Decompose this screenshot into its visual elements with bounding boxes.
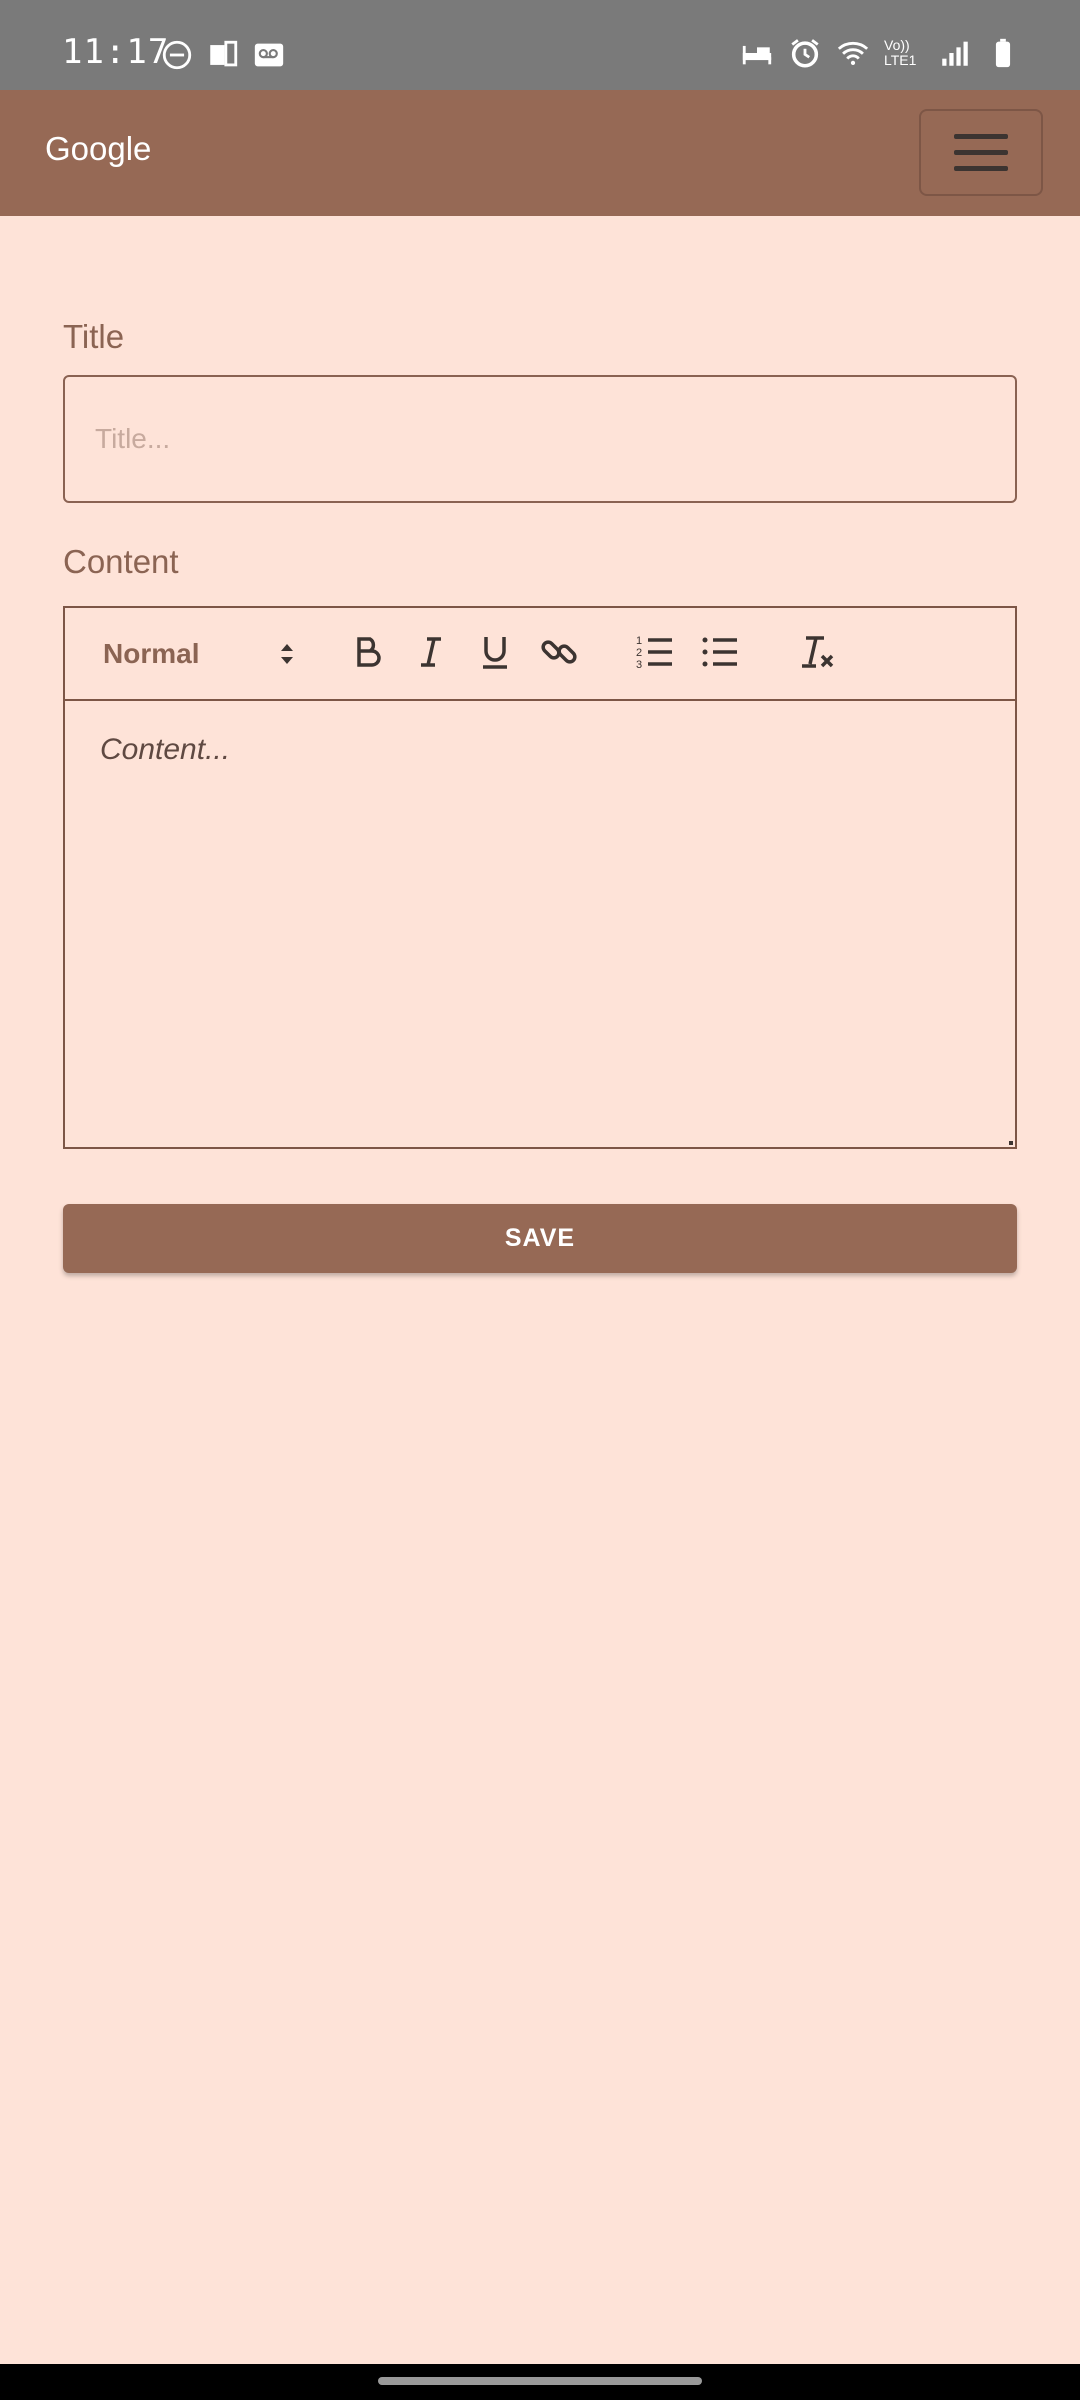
svg-text:1: 1 [636,635,642,647]
do-not-disturb-icon [162,40,192,70]
format-select-value: Normal [103,638,200,669]
svg-text:2: 2 [636,647,642,659]
rich-text-editor: Normal 1 2 3 Content... [63,606,1017,1149]
bed-icon [742,45,772,65]
editor-toolbar: Normal 1 2 3 [65,608,1015,701]
bullet-list-icon[interactable] [700,632,740,672]
content-input[interactable]: Content... [65,701,1015,1147]
device-icon [210,40,238,67]
svg-text:3: 3 [636,659,642,671]
status-left-icons [160,38,286,72]
hamburger-menu-icon [954,134,1008,139]
title-label: Title [63,318,125,355]
format-select[interactable]: Normal [103,626,293,678]
hamburger-menu-button[interactable] [919,109,1043,196]
hamburger-bar [954,166,1008,171]
italic-icon[interactable] [411,632,451,672]
volte-indicator: Vo)) LTE1 [884,37,917,68]
clear-format-icon[interactable] [798,632,838,672]
signal-icon [942,41,968,66]
status-bar: 11:17 Vo)) LTE1 [0,0,1080,90]
content-label: Content [63,543,179,580]
title-input[interactable] [63,375,1017,503]
app-bar: Google [0,90,1080,216]
link-icon[interactable] [539,632,579,672]
system-nav-bar [0,2364,1080,2400]
resize-handle[interactable] [1009,1141,1013,1145]
bold-icon[interactable] [348,632,388,672]
alarm-icon [791,39,819,68]
select-arrows-icon [281,644,293,664]
home-indicator[interactable] [378,2377,702,2385]
ordered-list-icon[interactable]: 1 2 3 [635,632,675,672]
brand-title[interactable]: Google [45,130,151,168]
wifi-icon [837,41,869,66]
content-placeholder: Content... [100,733,231,766]
save-button[interactable]: SAVE [63,1204,1017,1273]
voicemail-icon [254,43,284,67]
underline-icon[interactable] [475,632,515,672]
hamburger-bar [954,150,1008,155]
status-right-icons: Vo)) LTE1 [740,36,1020,70]
battery-icon [995,38,1011,68]
status-time: 11:17 [62,32,170,72]
